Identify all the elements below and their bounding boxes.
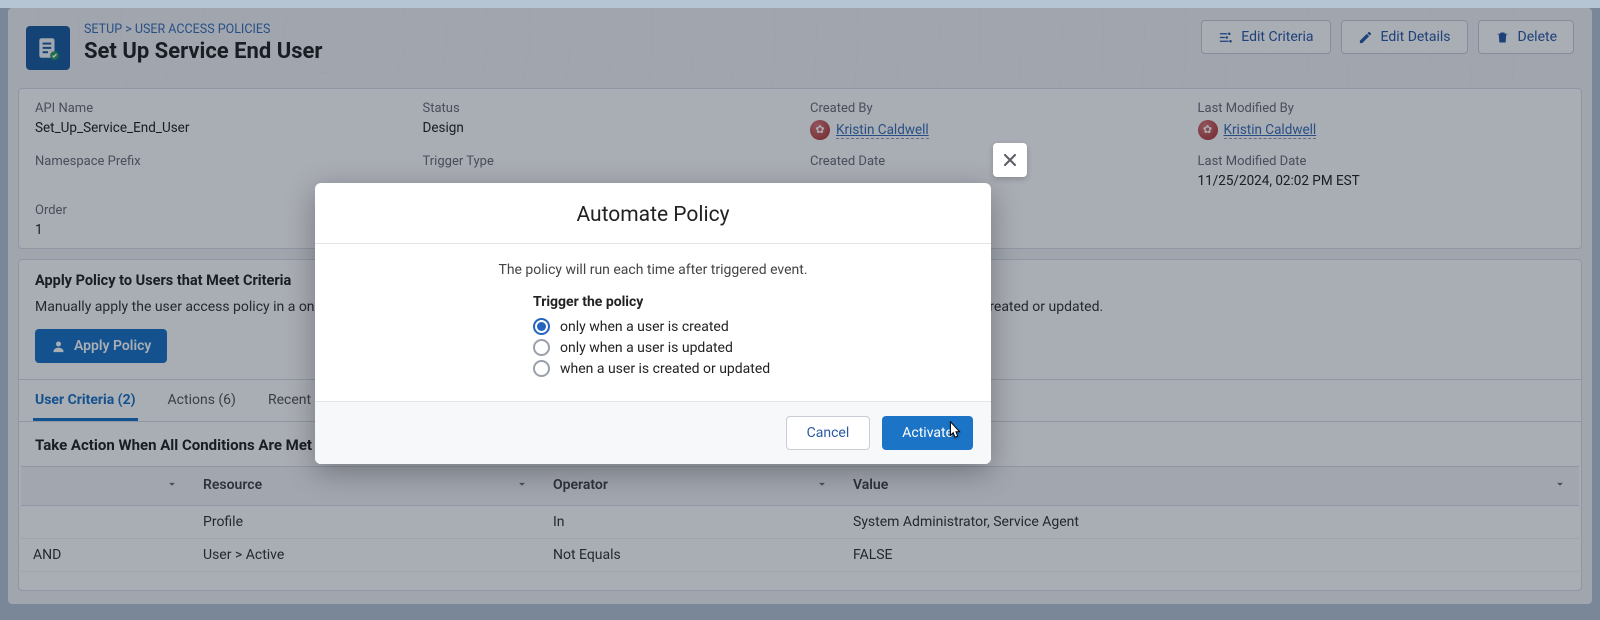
automate-policy-modal: Automate Policy The policy will run each… (315, 183, 991, 464)
modal-subtitle: The policy will run each time after trig… (355, 262, 951, 278)
radio-option-created[interactable]: only when a user is created (533, 316, 951, 337)
close-button[interactable] (993, 143, 1027, 177)
radio-option-updated[interactable]: only when a user is updated (533, 337, 951, 358)
activate-button[interactable]: Activate (882, 416, 973, 450)
modal-title: Automate Policy (315, 183, 991, 244)
radio-icon (533, 318, 550, 335)
cancel-button[interactable]: Cancel (786, 416, 871, 450)
radio-icon (533, 339, 550, 356)
radio-icon (533, 360, 550, 377)
trigger-label: Trigger the policy (533, 294, 951, 310)
close-icon (1000, 150, 1020, 170)
radio-option-created-or-updated[interactable]: when a user is created or updated (533, 358, 951, 379)
